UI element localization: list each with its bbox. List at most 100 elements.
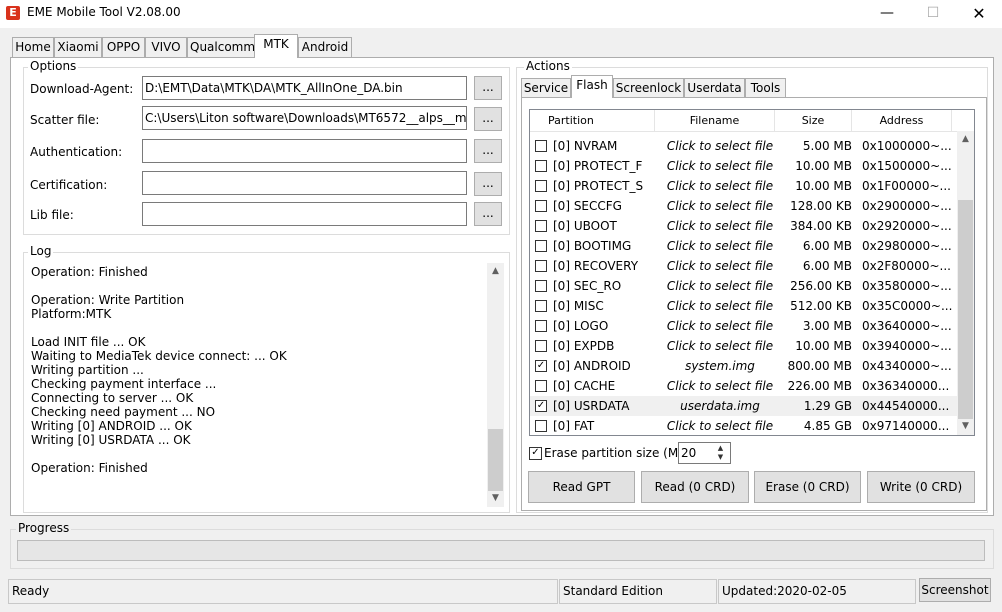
maximize-button[interactable]: ☐: [910, 0, 956, 28]
partition-list[interactable]: Partition Filename Size Address [0] NVRA…: [529, 109, 975, 436]
table-row[interactable]: [0] LOGO Click to select file 3.00 MB 0x…: [530, 316, 958, 336]
tab-oppo[interactable]: OPPO: [102, 37, 145, 57]
scroll-up-icon[interactable]: ▲: [487, 266, 504, 276]
minimize-button[interactable]: —: [864, 0, 910, 28]
partition-scroll-thumb[interactable]: [958, 200, 973, 419]
table-row[interactable]: [0] SECCFG Click to select file 128.00 K…: [530, 196, 958, 216]
tab-home[interactable]: Home: [12, 37, 54, 57]
erase-partition-checkbox[interactable]: ✓: [529, 447, 542, 460]
close-button[interactable]: ✕: [956, 0, 1002, 28]
write-button[interactable]: Write (0 CRD): [867, 471, 975, 503]
log-line: Writing [0] ANDROID ... OK: [31, 419, 192, 433]
tab-qualcomm[interactable]: Qualcomm: [187, 37, 255, 57]
tab-service[interactable]: Service: [521, 78, 571, 97]
scroll-down-icon[interactable]: ▼: [957, 421, 974, 431]
download-agent-browse-button[interactable]: ...: [474, 76, 502, 100]
tab-xiaomi[interactable]: Xiaomi: [54, 37, 102, 57]
tab-android[interactable]: Android: [298, 37, 352, 57]
table-row[interactable]: [0] PROTECT_F Click to select file 10.00…: [530, 156, 958, 176]
row-checkbox[interactable]: [535, 280, 547, 292]
download-agent-field[interactable]: D:\EMT\Data\MTK\DA\MTK_AllInOne_DA.bin: [142, 76, 467, 100]
partition-filename[interactable]: Click to select file: [661, 239, 779, 253]
partition-filename[interactable]: Click to select file: [661, 159, 779, 173]
partition-filename[interactable]: Click to select file: [661, 339, 779, 353]
stepper-down-icon[interactable]: ▼: [712, 453, 729, 462]
log-output[interactable]: Operation: Finished Operation: Write Par…: [24, 260, 508, 510]
table-row[interactable]: [0] FAT Click to select file 4.85 GB 0x9…: [530, 416, 958, 435]
partition-filename[interactable]: Click to select file: [661, 199, 779, 213]
table-row[interactable]: [0] CACHE Click to select file 226.00 MB…: [530, 376, 958, 396]
partition-filename[interactable]: Click to select file: [661, 379, 779, 393]
partition-size: 5.00 MB: [802, 139, 852, 153]
row-checkbox[interactable]: [535, 220, 547, 232]
screenshot-button[interactable]: Screenshot: [919, 578, 991, 602]
row-checkbox[interactable]: [535, 340, 547, 352]
partition-filename[interactable]: Click to select file: [661, 419, 779, 433]
lib-file-browse-button[interactable]: ...: [474, 202, 502, 226]
row-checkbox[interactable]: [535, 140, 547, 152]
table-row[interactable]: [0] NVRAM Click to select file 5.00 MB 0…: [530, 136, 958, 156]
row-checkbox[interactable]: [535, 320, 547, 332]
tab-flash[interactable]: Flash: [571, 75, 613, 98]
column-partition[interactable]: Partition: [530, 110, 655, 131]
partition-filename[interactable]: Click to select file: [661, 259, 779, 273]
table-row[interactable]: [0] BOOTIMG Click to select file 6.00 MB…: [530, 236, 958, 256]
table-row[interactable]: ✓ [0] ANDROID system.img 800.00 MB 0x434…: [530, 356, 958, 376]
lib-file-field[interactable]: [142, 202, 467, 226]
partition-name: [0] PROTECT_S: [553, 179, 644, 193]
table-row[interactable]: ✓ [0] USRDATA userdata.img 1.29 GB 0x445…: [530, 396, 958, 416]
read-gpt-button[interactable]: Read GPT: [528, 471, 635, 503]
row-checkbox[interactable]: ✓: [535, 360, 547, 372]
partition-list-scrollbar[interactable]: ▲ ▼: [957, 131, 974, 435]
partition-filename[interactable]: Click to select file: [661, 299, 779, 313]
scatter-file-browse-button[interactable]: ...: [474, 107, 502, 131]
authentication-field[interactable]: [142, 139, 467, 163]
scroll-down-icon[interactable]: ▼: [487, 493, 504, 503]
column-size[interactable]: Size: [775, 110, 852, 131]
partition-filename[interactable]: Click to select file: [661, 319, 779, 333]
certification-browse-button[interactable]: ...: [474, 172, 502, 196]
table-row[interactable]: [0] UBOOT Click to select file 384.00 KB…: [530, 216, 958, 236]
partition-filename[interactable]: userdata.img: [661, 399, 779, 413]
authentication-browse-button[interactable]: ...: [474, 139, 502, 163]
partition-filename[interactable]: Click to select file: [661, 139, 779, 153]
read-button[interactable]: Read (0 CRD): [641, 471, 749, 503]
log-line: Operation: Finished: [31, 265, 148, 279]
tab-tools[interactable]: Tools: [745, 78, 786, 97]
table-row[interactable]: [0] RECOVERY Click to select file 6.00 M…: [530, 256, 958, 276]
row-checkbox[interactable]: [535, 180, 547, 192]
tab-mtk[interactable]: MTK: [254, 34, 298, 58]
progress-bar: [17, 540, 985, 561]
row-checkbox[interactable]: [535, 260, 547, 272]
partition-filename[interactable]: Click to select file: [661, 279, 779, 293]
certification-field[interactable]: [142, 171, 467, 195]
log-scrollbar[interactable]: ▲ ▼: [487, 263, 504, 507]
partition-filename[interactable]: system.img: [661, 359, 779, 373]
row-checkbox[interactable]: [535, 380, 547, 392]
stepper-up-icon[interactable]: ▲: [712, 444, 729, 453]
erase-button[interactable]: Erase (0 CRD): [754, 471, 861, 503]
partition-filename[interactable]: Click to select file: [661, 179, 779, 193]
tab-userdata[interactable]: Userdata: [684, 78, 745, 97]
tab-vivo[interactable]: VIVO: [145, 37, 187, 57]
tab-screenlock[interactable]: Screenlock: [613, 78, 684, 97]
title-bar[interactable]: E EME Mobile Tool V2.08.00 — ☐ ✕: [0, 0, 1002, 28]
table-row[interactable]: [0] PROTECT_S Click to select file 10.00…: [530, 176, 958, 196]
log-scroll-thumb[interactable]: [488, 429, 503, 491]
row-checkbox[interactable]: ✓: [535, 400, 547, 412]
table-row[interactable]: [0] EXPDB Click to select file 10.00 MB …: [530, 336, 958, 356]
row-checkbox[interactable]: [535, 240, 547, 252]
partition-size: 384.00 KB: [790, 219, 852, 233]
column-filename[interactable]: Filename: [655, 110, 775, 131]
row-checkbox[interactable]: [535, 420, 547, 432]
row-checkbox[interactable]: [535, 200, 547, 212]
row-checkbox[interactable]: [535, 300, 547, 312]
table-row[interactable]: [0] MISC Click to select file 512.00 KB …: [530, 296, 958, 316]
table-row[interactable]: [0] SEC_RO Click to select file 256.00 K…: [530, 276, 958, 296]
column-address[interactable]: Address: [852, 110, 952, 131]
row-checkbox[interactable]: [535, 160, 547, 172]
scroll-up-icon[interactable]: ▲: [957, 134, 974, 144]
scatter-file-field[interactable]: C:\Users\Liton software\Downloads\MT6572…: [142, 106, 467, 130]
partition-filename[interactable]: Click to select file: [661, 219, 779, 233]
log-line: Platform:MTK: [31, 307, 112, 321]
